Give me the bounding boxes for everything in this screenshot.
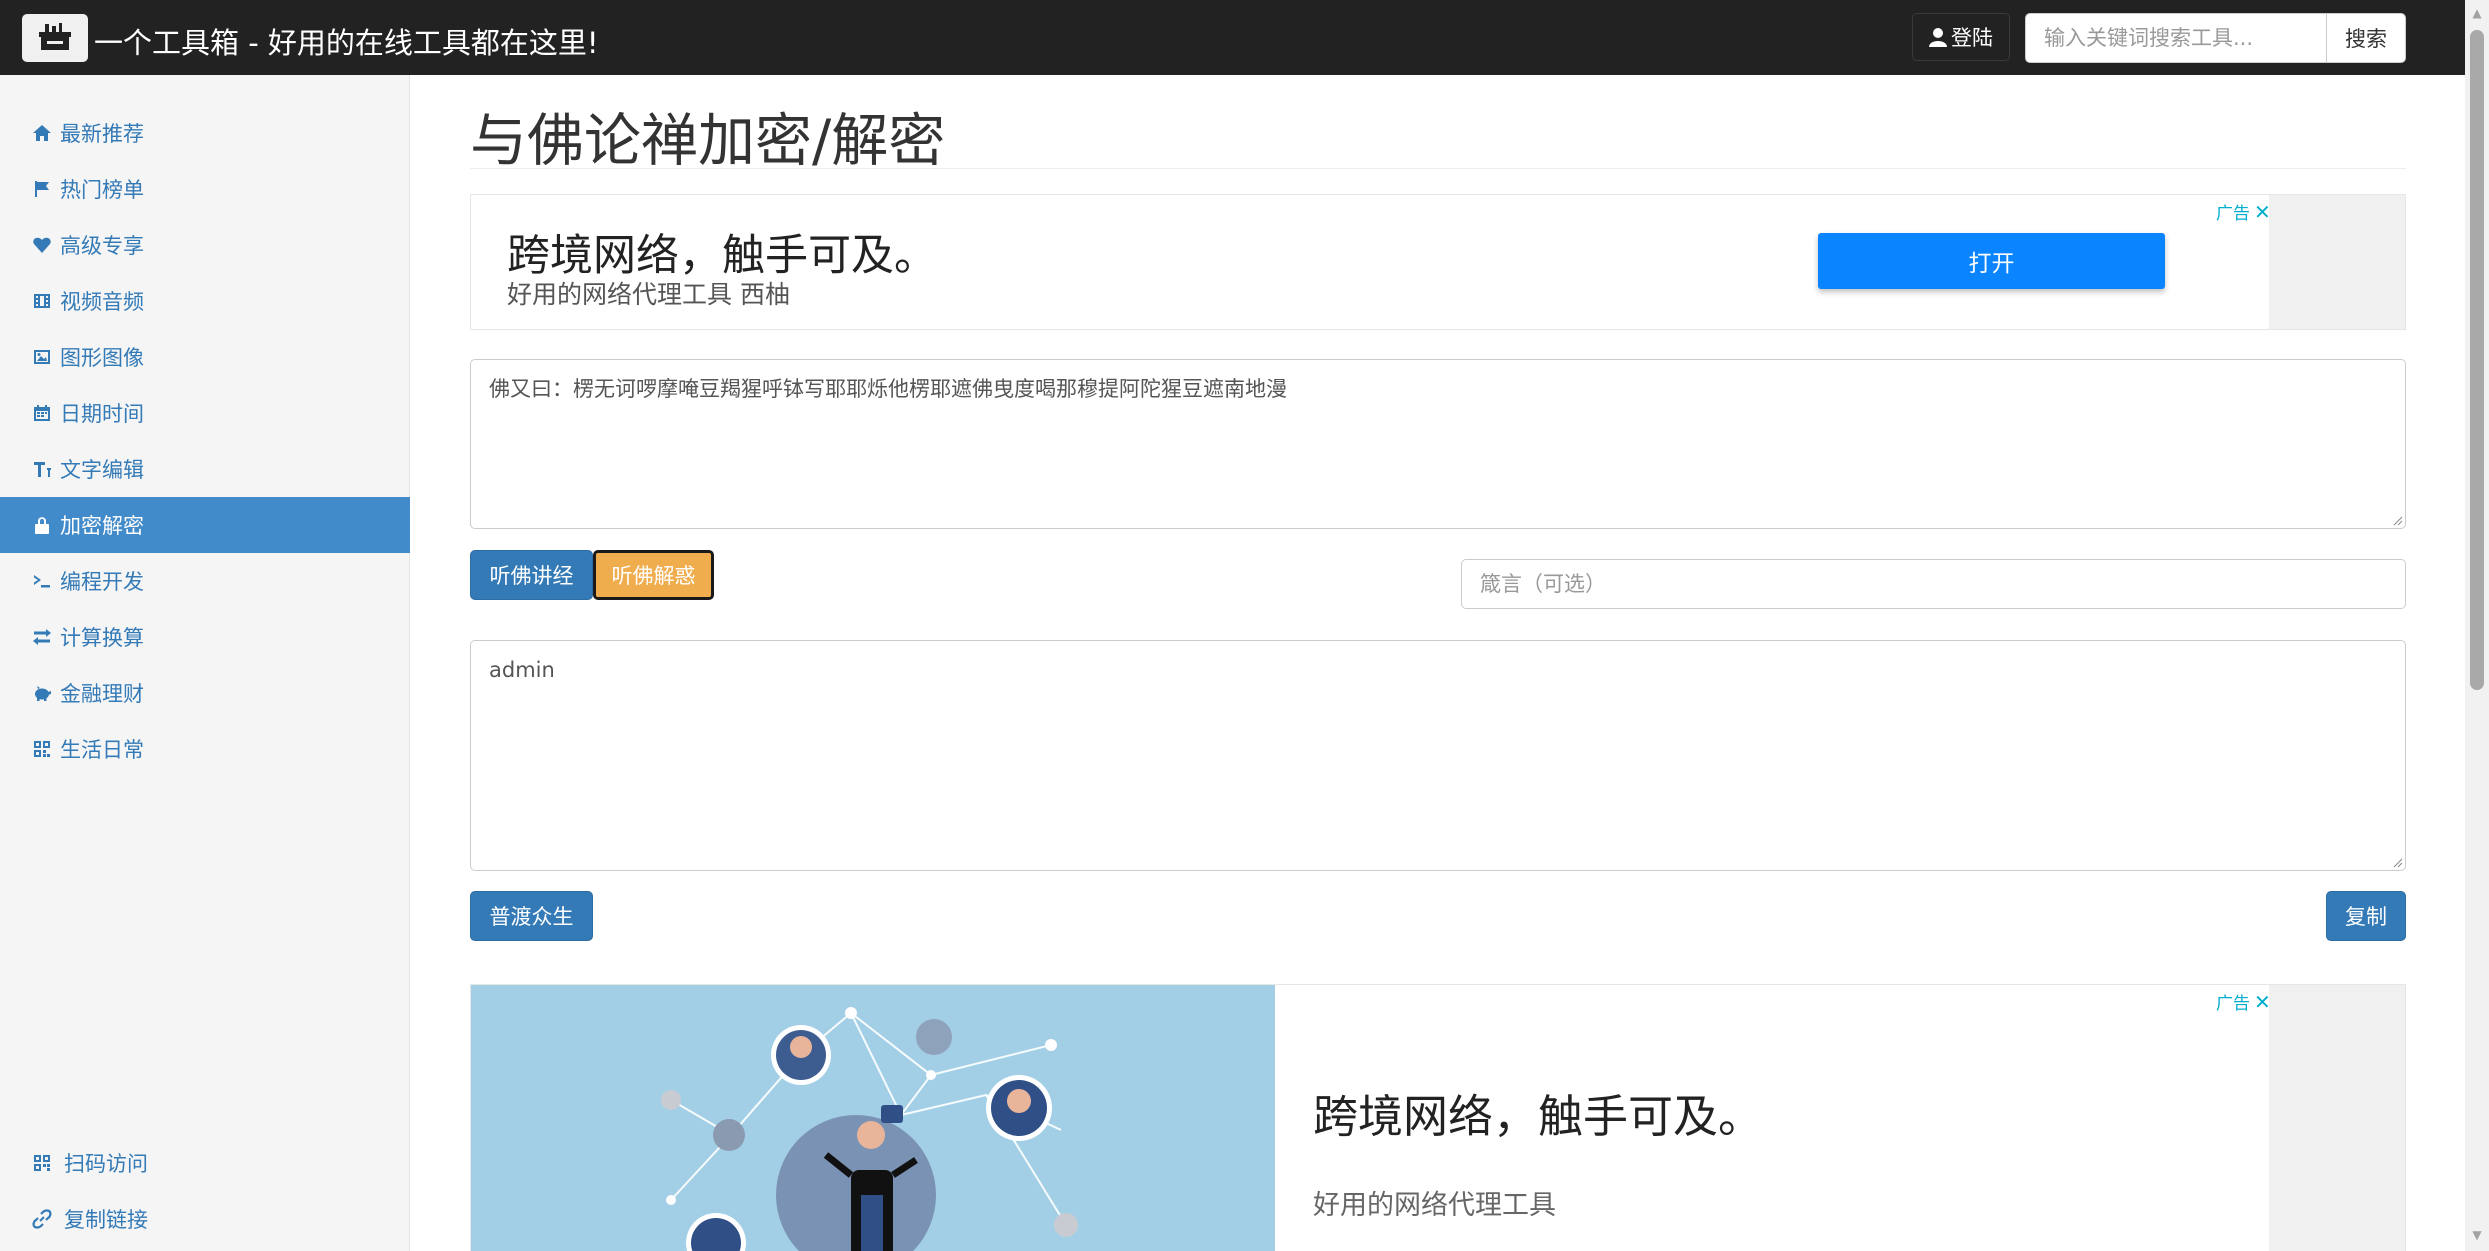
sidebar-item-label: 复制链接 [64,1208,148,1232]
scroll-up-icon[interactable]: ▲ [2470,6,2484,20]
ad-side-panel [2269,195,2405,329]
sidebar-item-label: 视频音频 [60,290,144,314]
flag-icon [30,177,54,201]
ad-headline: 跨境网络，触手可及。 [1313,1090,1764,1143]
qrcode-icon [30,1151,54,1175]
sidebar-item-video[interactable]: 视频音频 [0,273,410,329]
copy-button[interactable]: 复制 [2326,891,2406,941]
ad-subtext: 好用的网络代理工具 西柚 [507,280,790,309]
link-icon [30,1207,54,1231]
close-icon[interactable]: ✕ [2254,200,2271,224]
resize-handle-icon[interactable] [2391,856,2403,868]
toolbox-logo-icon[interactable] [22,14,88,62]
plain-text: admin [489,658,555,682]
film-icon [30,289,54,313]
ad-illustration [471,985,1275,1251]
sidebar-item-text-edit[interactable]: 文字编辑 [0,441,410,497]
convert-button[interactable]: 普渡众生 [470,891,593,941]
sidebar-item-label: 生活日常 [60,738,144,762]
sidebar-item-scan-qr[interactable]: 扫码访问 [0,1135,410,1191]
transfer-icon [30,625,54,649]
user-icon [1929,28,1947,47]
qrcode-grid-icon [30,737,54,761]
sidebar-item-label: 高级专享 [60,234,144,258]
sidebar-item-label: 热门榜单 [60,178,144,202]
sidebar-item-label: 编程开发 [60,570,144,594]
calendar-icon [30,401,54,425]
sidebar-item-programming[interactable]: 编程开发 [0,553,410,609]
top-navbar: 一个工具箱 - 好用的在线工具都在这里! 登陆 搜索 [0,0,2489,75]
sidebar-item-label: 金融理财 [60,682,144,706]
sidebar-item-label: 最新推荐 [60,122,144,146]
sidebar-item-daily-life[interactable]: 生活日常 [0,721,410,777]
decrypt-button[interactable]: 听佛解惑 [593,550,714,600]
search-button[interactable]: 搜索 [2326,13,2406,63]
sidebar-item-premium[interactable]: 高级专享 [0,217,410,273]
login-label: 登陆 [1951,26,1993,50]
encrypt-button[interactable]: 听佛讲经 [470,550,593,600]
ad-side-panel [2269,985,2405,1251]
ad-subtext: 好用的网络代理工具 [1313,1190,1556,1221]
heart-icon [30,233,54,257]
title-divider [470,168,2406,169]
sidebar-item-encryption[interactable]: 加密解密 [0,497,410,553]
cipher-textarea[interactable]: 佛又曰：楞无诃啰摩唵豆羯猩呼钵写耶耶烁他楞耶遮佛曳度喝那穆提阿陀猩豆遮南地漫 [470,359,2406,529]
plaintext-textarea[interactable]: admin [470,640,2406,871]
sidebar-item-datetime[interactable]: 日期时间 [0,385,410,441]
sidebar-item-copy-link[interactable]: 复制链接 [0,1191,410,1247]
key-input[interactable] [1461,559,2406,609]
terminal-icon [30,569,54,593]
sidebar-item-label: 扫码访问 [64,1152,148,1176]
ad-tag-label: 广告 [2216,204,2250,224]
sidebar: 最新推荐 热门榜单 高级专享 视频音频 图形图像 日期时间 文字编辑 加密解密 … [0,75,410,1251]
ad-banner-top[interactable]: 跨境网络，触手可及。 好用的网络代理工具 西柚 打开 广告 ✕ [470,194,2406,330]
text-height-icon [30,457,54,481]
ad-tag[interactable]: 广告 ✕ [2216,989,2271,1015]
search-input[interactable] [2025,13,2327,63]
ad-banner-bottom[interactable]: 跨境网络，触手可及。 好用的网络代理工具 广告 ✕ [470,984,2406,1251]
sidebar-item-label: 计算换算 [60,626,144,650]
sidebar-item-hot[interactable]: 热门榜单 [0,161,410,217]
ad-tag[interactable]: 广告 ✕ [2216,199,2271,225]
sidebar-item-image[interactable]: 图形图像 [0,329,410,385]
cipher-text: 佛又曰：楞无诃啰摩唵豆羯猩呼钵写耶耶烁他楞耶遮佛曳度喝那穆提阿陀猩豆遮南地漫 [489,377,1287,401]
scroll-down-icon[interactable]: ▼ [2470,1228,2484,1242]
resize-handle-icon[interactable] [2391,514,2403,526]
sidebar-item-label: 加密解密 [60,514,144,538]
scrollbar-thumb[interactable] [2470,30,2484,690]
piggy-bank-icon [30,681,54,705]
close-icon[interactable]: ✕ [2254,990,2271,1014]
page-title: 与佛论禅加密/解密 [470,108,946,174]
vertical-scrollbar[interactable]: ▲ ▼ [2465,0,2489,1251]
sidebar-item-label: 日期时间 [60,402,144,426]
site-title[interactable]: 一个工具箱 - 好用的在线工具都在这里! [94,20,599,62]
login-button[interactable]: 登陆 [1912,13,2010,61]
sidebar-item-calculation[interactable]: 计算换算 [0,609,410,665]
sidebar-item-label: 文字编辑 [60,458,144,482]
picture-icon [30,345,54,369]
lock-icon [30,513,54,537]
sidebar-item-label: 图形图像 [60,346,144,370]
ad-headline: 跨境网络，触手可及。 [507,231,937,281]
home-icon [30,121,54,145]
ad-tag-label: 广告 [2216,994,2250,1014]
ad-open-button[interactable]: 打开 [1818,233,2165,289]
sidebar-item-finance[interactable]: 金融理财 [0,665,410,721]
sidebar-item-latest[interactable]: 最新推荐 [0,105,410,161]
